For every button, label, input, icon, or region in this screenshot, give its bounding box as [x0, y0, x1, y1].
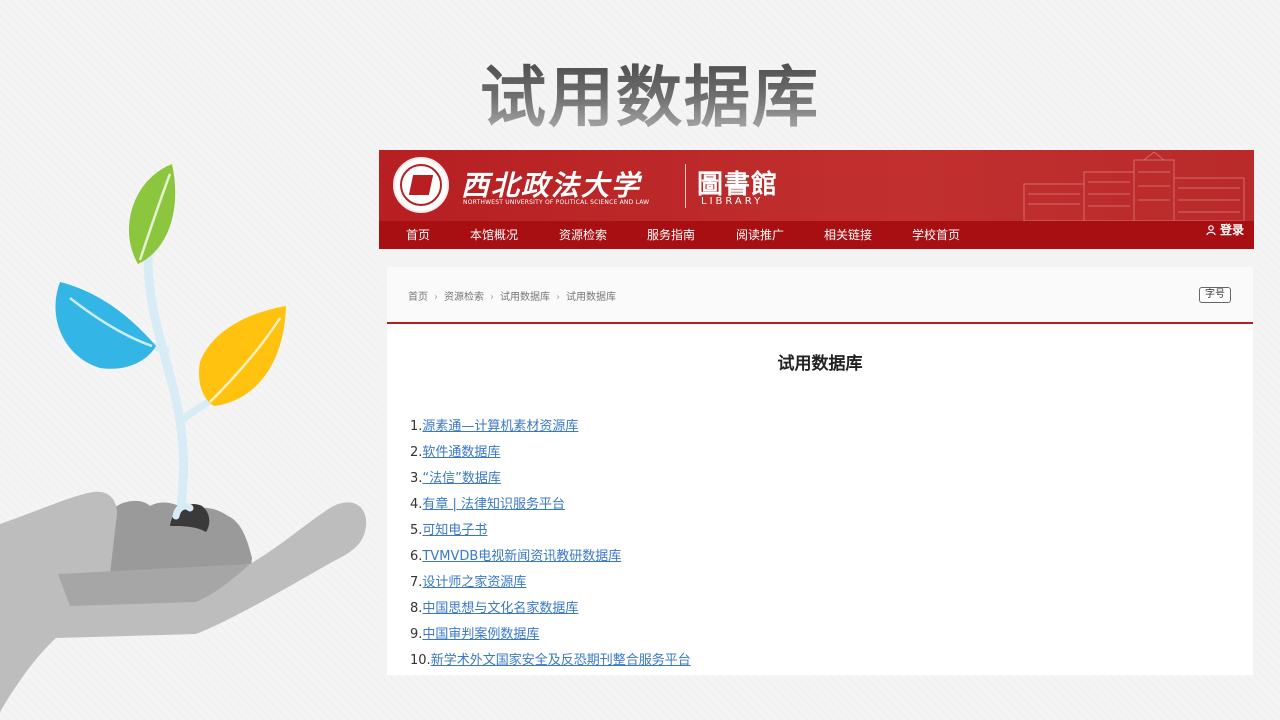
list-item: 9.中国审判案例数据库	[410, 623, 691, 649]
breadcrumb-item-resources[interactable]: 资源检索	[444, 292, 484, 303]
item-number: 8.	[410, 601, 423, 616]
school-name: 西北政法大学	[461, 169, 642, 202]
library-website-screenshot: 西北政法大学 NORTHWEST UNIVERSITY OF POLITICAL…	[379, 150, 1254, 675]
list-item: 10.新学术外文国家安全及反恐期刊整合服务平台	[410, 649, 691, 675]
list-item: 6.TVMVDB电视新闻资讯教研数据库	[410, 545, 691, 571]
page-heading: 试用数据库	[777, 354, 863, 374]
item-number: 5.	[410, 523, 423, 538]
database-list: 1.源素通—计算机素材资源库 2.软件通数据库 3.“法信”数据库 4.有章 |…	[410, 415, 691, 675]
item-number: 2.	[410, 445, 423, 460]
plant-in-hand-illustration	[0, 164, 367, 712]
school-name-en: NORTHWEST UNIVERSITY OF POLITICAL SCIENC…	[463, 199, 650, 206]
list-item: 5.可知电子书	[410, 519, 691, 545]
database-link[interactable]: 中国审判案例数据库	[422, 627, 539, 642]
yellow-leaf	[198, 306, 286, 406]
database-link[interactable]: 新学术外文国家安全及反恐期刊整合服务平台	[431, 653, 691, 668]
header-divider	[685, 164, 686, 208]
nav-item-reading[interactable]: 阅读推广	[736, 221, 784, 249]
database-link[interactable]: 软件通数据库	[422, 445, 500, 460]
database-link[interactable]: 中国思想与文化名家数据库	[422, 601, 578, 616]
login-button[interactable]: 登录	[1206, 221, 1244, 249]
breadcrumb-separator-icon: ›	[434, 292, 438, 303]
nav-item-home[interactable]: 首页	[406, 221, 430, 249]
content-card: 首页 › 资源检索 › 试用数据库 › 试用数据库 字号 试用数据库 1.源素通—计算机素材…	[387, 267, 1253, 675]
slide-title: 试用数据库	[0, 44, 1280, 140]
login-label: 登录	[1219, 223, 1244, 237]
breadcrumb-item-home[interactable]: 首页	[408, 292, 428, 303]
list-item: 3.“法信”数据库	[410, 467, 691, 493]
nav-item-about[interactable]: 本馆概况	[470, 221, 518, 249]
database-link[interactable]: TVMVDB电视新闻资讯教研数据库	[422, 549, 621, 564]
database-link[interactable]: “法信”数据库	[422, 471, 500, 486]
item-number: 10.	[410, 653, 431, 668]
item-number: 1.	[410, 419, 423, 434]
list-item: 8.中国思想与文化名家数据库	[410, 597, 691, 623]
database-link[interactable]: 源素通—计算机素材资源库	[422, 419, 578, 434]
blue-leaf	[55, 282, 156, 369]
item-number: 7.	[410, 575, 423, 590]
item-number: 6.	[410, 549, 423, 564]
breadcrumb-separator-icon: ›	[556, 292, 560, 303]
list-item: 1.源素通—计算机素材资源库	[410, 415, 691, 441]
user-icon	[1206, 225, 1216, 235]
item-number: 4.	[410, 497, 423, 512]
nav-item-school-home[interactable]: 学校首页	[912, 221, 960, 249]
breadcrumb-separator-icon: ›	[490, 292, 494, 303]
breadcrumb-bar: 首页 › 资源检索 › 试用数据库 › 试用数据库 字号	[387, 267, 1253, 324]
database-link[interactable]: 可知电子书	[422, 523, 487, 538]
list-item: 7.设计师之家资源库	[410, 571, 691, 597]
font-size-button[interactable]: 字号	[1199, 287, 1231, 303]
breadcrumb: 首页 › 资源检索 › 试用数据库 › 试用数据库	[408, 288, 616, 303]
breadcrumb-item-trial-db[interactable]: 试用数据库	[500, 292, 550, 303]
main-nav: 首页 本馆概况 资源检索 服务指南 阅读推广 相关链接 学校首页 登录	[379, 221, 1254, 249]
breadcrumb-item-current: 试用数据库	[566, 292, 616, 303]
list-item: 4.有章 | 法律知识服务平台	[410, 493, 691, 519]
database-link[interactable]: 设计师之家资源库	[422, 575, 526, 590]
item-number: 9.	[410, 627, 423, 642]
university-emblem-icon	[393, 157, 449, 213]
nav-item-links[interactable]: 相关链接	[824, 221, 872, 249]
item-number: 3.	[410, 471, 423, 486]
building-skyline	[1023, 151, 1245, 221]
nav-item-services[interactable]: 服务指南	[647, 221, 695, 249]
database-link[interactable]: 有章 | 法律知识服务平台	[422, 497, 565, 512]
site-header: 西北政法大学 NORTHWEST UNIVERSITY OF POLITICAL…	[379, 150, 1254, 221]
library-name-en: LIBRARY	[701, 196, 764, 207]
nav-item-resources[interactable]: 资源检索	[559, 221, 607, 249]
list-item: 2.软件通数据库	[410, 441, 691, 467]
